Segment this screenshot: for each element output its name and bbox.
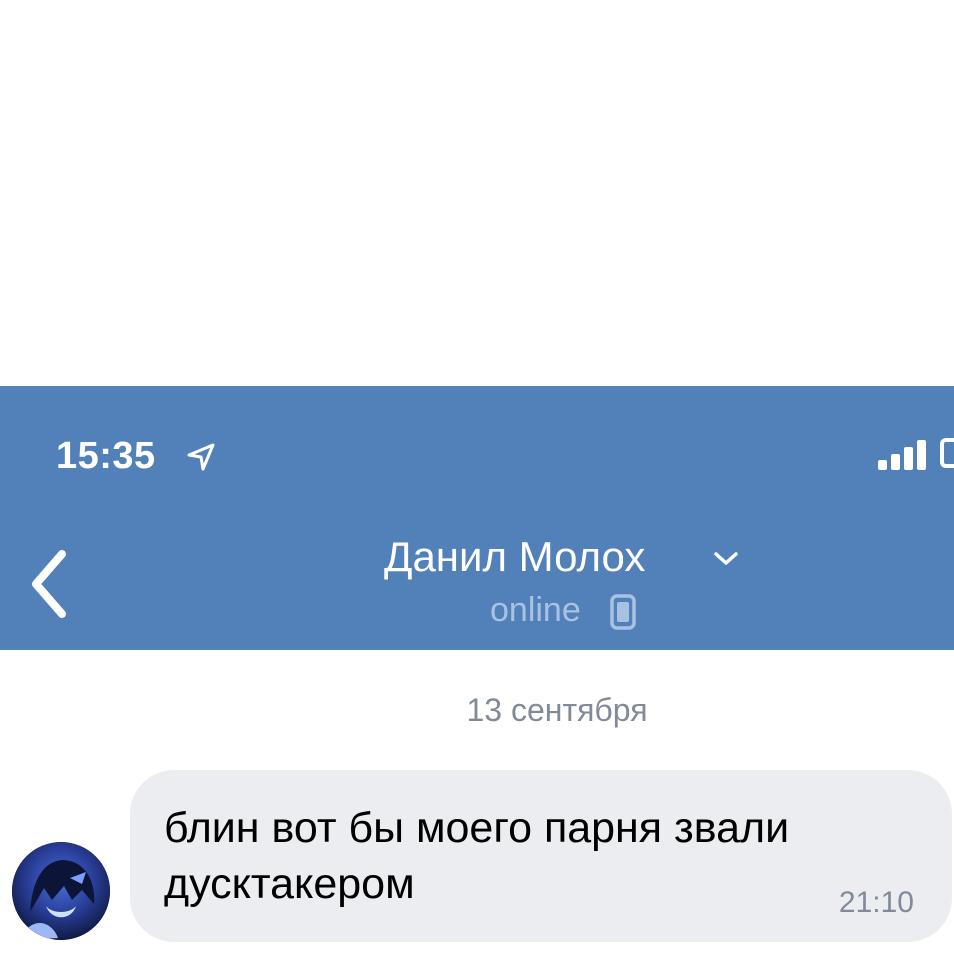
- contact-name: Данил Молох: [384, 533, 646, 580]
- location-arrow-icon: [187, 443, 215, 471]
- phone-icon: [610, 594, 636, 630]
- blank-area: [0, 0, 954, 386]
- cellular-signal-icon: [878, 440, 926, 470]
- avatar-image: [12, 842, 110, 940]
- avatar[interactable]: [12, 842, 110, 940]
- date-separator: 13 сентября: [466, 692, 648, 728]
- presence-status: online: [490, 591, 581, 629]
- battery-icon: [940, 438, 954, 468]
- message-bubble[interactable]: блин вот бы моего парня звали дусктакеро…: [130, 770, 952, 942]
- message-time: 21:10: [838, 886, 914, 919]
- contact-title[interactable]: Данил Молох: [0, 532, 954, 592]
- chevron-down-icon: [714, 552, 738, 565]
- status-bar-time: 15:35: [56, 435, 156, 477]
- chat-header: 15:35 Данил Молох online: [0, 386, 954, 650]
- message-text: блин вот бы моего парня звали дусктакеро…: [164, 804, 790, 908]
